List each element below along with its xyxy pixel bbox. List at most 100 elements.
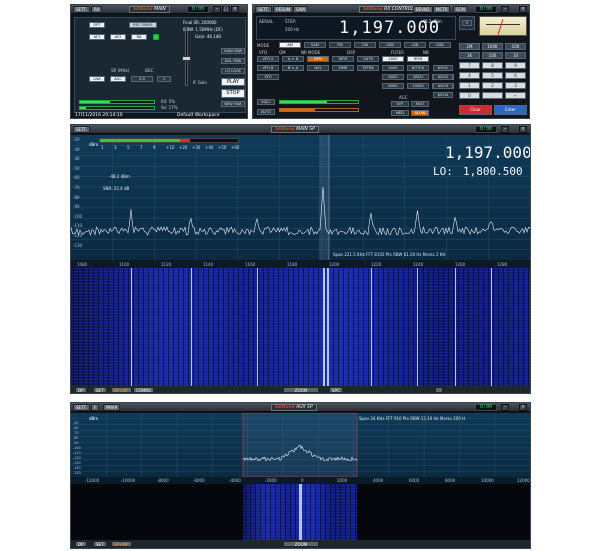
- mainsp-settings-button[interactable]: SETT.: [73, 126, 90, 133]
- spc-button[interactable]: SPC: [329, 387, 343, 393]
- step-100k-key[interactable]: 100K: [482, 43, 503, 50]
- close-button[interactable]: ×: [231, 6, 239, 13]
- key-dot-button[interactable]: .: [482, 92, 503, 99]
- auxsp-minimize-button[interactable]: –: [501, 404, 509, 411]
- row2-nfm-button[interactable]: NFM: [307, 56, 329, 62]
- step-1m-key[interactable]: 1M: [459, 43, 480, 50]
- f-button[interactable]: F: [91, 404, 100, 411]
- clear-button[interactable]: Clear: [459, 105, 492, 115]
- row4-6000-button[interactable]: 6000: [382, 74, 404, 80]
- row2-ab-button[interactable]: A > B: [282, 56, 304, 62]
- ra-toggle-button[interactable]: RA: [131, 34, 147, 40]
- bevn2-button[interactable]: BEVN2: [413, 6, 433, 13]
- row3-4000-button[interactable]: 4000: [382, 65, 404, 71]
- aux-zoom-slider[interactable]: ZOOM: [283, 541, 319, 547]
- key-2-button[interactable]: 2: [482, 82, 503, 89]
- pmap-button[interactable]: PMAP: [103, 404, 121, 411]
- combo-button[interactable]: COMBO: [133, 387, 155, 393]
- notch-3-button[interactable]: NCH3: [433, 83, 453, 89]
- dec-select[interactable]: 1: [157, 76, 171, 82]
- mctr-button[interactable]: MCTR: [433, 6, 451, 13]
- key-5-button[interactable]: 5: [482, 72, 503, 79]
- row3-vfob-button[interactable]: VFO B: [257, 65, 279, 71]
- zoom-slider[interactable]: ZOOM: [283, 387, 319, 393]
- auxsp-settings-button[interactable]: SETT.: [73, 404, 90, 411]
- play-button[interactable]: PLAY: [221, 78, 245, 86]
- agc-off-button[interactable]: OFF: [391, 101, 409, 107]
- set-button[interactable]: SET: [93, 387, 107, 393]
- if-gain-knob[interactable]: [182, 56, 191, 61]
- mode-fm-button[interactable]: FM: [329, 42, 351, 48]
- mode-usb-button[interactable]: USB: [379, 42, 401, 48]
- settings-button[interactable]: SETT.: [73, 6, 90, 13]
- mode-am-button[interactable]: AM: [279, 42, 301, 48]
- minimize-button[interactable]: –: [213, 6, 221, 13]
- rx-settings-button[interactable]: SETT.: [255, 6, 272, 13]
- enter-button[interactable]: Enter: [494, 105, 527, 115]
- aux-sp-wf-button[interactable]: SP+WF: [111, 541, 132, 547]
- row3-nxl-button[interactable]: NXL: [307, 65, 329, 71]
- row4-vfo-button[interactable]: VFO: [257, 74, 279, 80]
- key-6-button[interactable]: 6: [505, 72, 526, 79]
- agc-button[interactable]: AGC: [110, 76, 126, 82]
- mainsp-minimize-button[interactable]: –: [501, 126, 509, 133]
- dsl-vbw-button[interactable]: DSL VBW: [221, 58, 245, 64]
- key-9-button[interactable]: 9: [505, 62, 526, 69]
- aux-spectrum-plot[interactable]: dBm Span 24 KHz FFT 910 Pts RBW 13.19 Hz…: [71, 413, 530, 477]
- resum-button[interactable]: RESUM: [273, 6, 294, 13]
- row2-vfoa-button[interactable]: VFO A: [257, 56, 279, 62]
- main-waterfall[interactable]: [71, 268, 530, 386]
- key-7-button[interactable]: 7: [459, 62, 480, 69]
- agc-fast-button[interactable]: FAST: [411, 101, 429, 107]
- af1-button[interactable]: AF1: [89, 34, 105, 40]
- s-meter-btn[interactable]: S: [462, 20, 472, 26]
- key-backspace-button[interactable]: ←: [505, 92, 526, 99]
- mode-dsb-button[interactable]: DSB: [429, 42, 451, 48]
- row2-rfin-button[interactable]: RFIN: [407, 56, 429, 62]
- aux-set-button[interactable]: SET: [93, 541, 107, 547]
- step-10k-key[interactable]: 10K: [505, 43, 526, 50]
- agc-slow-button[interactable]: SLOW: [411, 110, 429, 116]
- af2-button[interactable]: AF2: [110, 34, 126, 40]
- key-1-button[interactable]: 1: [459, 82, 480, 89]
- sr-select[interactable]: 2.0: [131, 76, 153, 82]
- tuning-band[interactable]: [319, 135, 329, 260]
- step-value[interactable]: 500 Hz: [285, 27, 299, 32]
- lna-button[interactable]: LNA: [89, 76, 105, 82]
- mode-lsb-button[interactable]: LSB: [404, 42, 426, 48]
- row4-srch-button[interactable]: SRCH: [407, 74, 429, 80]
- lo-lock-button[interactable]: LO LOCK: [221, 68, 245, 74]
- rec-panel-button[interactable]: REC PANEL: [129, 22, 157, 28]
- key-4-button[interactable]: 4: [459, 72, 480, 79]
- agc-med-button[interactable]: MED: [391, 110, 409, 116]
- main-spectrum-plot[interactable]: dBm -48.2 dBm SNR: 22.4 dB 1,197.000 LO:…: [71, 135, 530, 260]
- rx-minimize-button[interactable]: –: [501, 6, 509, 13]
- row3-ba-button[interactable]: B > A: [282, 65, 304, 71]
- sqlc-button[interactable]: SQLC: [257, 99, 275, 105]
- notch-2-button[interactable]: NCH2: [433, 74, 453, 80]
- key-8-button[interactable]: 8: [482, 62, 503, 69]
- row2-cntr-button[interactable]: CNTR: [357, 56, 379, 62]
- row2-wfm-button[interactable]: WFM: [332, 56, 354, 62]
- opt-button[interactable]: OPT: [89, 22, 105, 28]
- dp-button[interactable]: DP: [75, 387, 87, 393]
- step-10-key[interactable]: 10: [505, 52, 526, 59]
- rx-close-button[interactable]: ×: [519, 6, 527, 13]
- sp-wf-button[interactable]: SP+WF: [111, 387, 132, 393]
- step-1k-key[interactable]: 1K: [459, 52, 480, 59]
- sam-button[interactable]: SAM: [293, 6, 308, 13]
- row3-notch-button[interactable]: NOTCH: [407, 65, 429, 71]
- gain-vbw-button[interactable]: GAIN VBW: [221, 48, 245, 54]
- auto-button[interactable]: AUTO: [257, 109, 275, 115]
- row5-8000-button[interactable]: 8000: [382, 83, 404, 89]
- row2-2000-button[interactable]: 2000: [382, 56, 404, 62]
- step-100-key[interactable]: 100: [482, 52, 503, 59]
- scm-button[interactable]: SCM: [453, 6, 468, 13]
- aux-dp-button[interactable]: DP: [75, 541, 87, 547]
- aux-waterfall[interactable]: [243, 484, 357, 540]
- key-3-button[interactable]: 3: [505, 82, 526, 89]
- row3-tetra-button[interactable]: TETRA: [357, 65, 379, 71]
- auxsp-close-button[interactable]: ×: [519, 404, 527, 411]
- mainsp-close-button[interactable]: ×: [519, 126, 527, 133]
- notch-1-button[interactable]: NCH1: [433, 65, 453, 71]
